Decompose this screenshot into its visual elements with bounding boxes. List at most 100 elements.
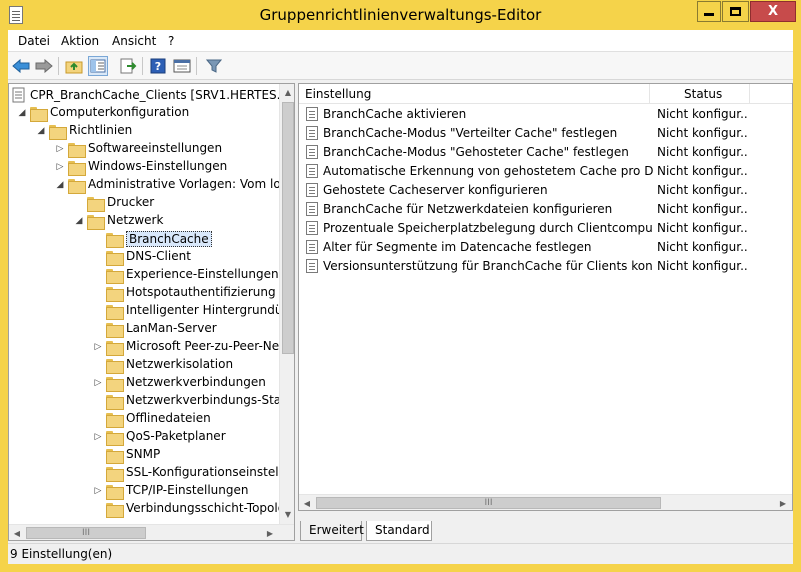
scroll-right-icon[interactable]: ▶ [775, 495, 791, 510]
setting-row[interactable]: BranchCache aktivieren Nicht konfigur... [299, 105, 777, 124]
tree-item[interactable]: ◢ Netzwerk [9, 212, 277, 230]
folder-icon [68, 161, 86, 176]
client-area: Datei Aktion Ansicht ? ? CPR_BranchCache… [8, 30, 793, 564]
show-hide-tree-button[interactable] [88, 56, 108, 76]
filter-icon [206, 59, 222, 73]
setting-row[interactable]: BranchCache-Modus "Gehosteter Cache" fes… [299, 143, 777, 162]
up-one-level-button[interactable] [64, 56, 84, 76]
menu-aktion[interactable]: Aktion [61, 34, 99, 48]
folder-icon [106, 341, 124, 356]
tab-standard[interactable]: Standard [366, 521, 432, 541]
folder-icon [106, 395, 124, 410]
toolbar: ? [8, 52, 793, 80]
tree-item[interactable]: ◢ Computerkonfiguration [9, 104, 277, 122]
toolbar-separator [196, 57, 197, 75]
setting-row[interactable]: Versionsunterstützung für BranchCache fü… [299, 257, 777, 276]
collapse-arrow-icon[interactable]: ◢ [17, 108, 27, 118]
collapse-arrow-icon[interactable]: ◢ [36, 126, 46, 136]
policy-setting-icon [306, 164, 318, 178]
scroll-left-icon[interactable]: ◀ [299, 495, 315, 510]
properties-button[interactable] [172, 56, 192, 76]
tree-item[interactable]: DNS-Client [9, 248, 277, 266]
tree-item[interactable]: Hotspotauthentifizierung [9, 284, 277, 302]
column-header-status[interactable]: Status [650, 84, 750, 104]
title-bar[interactable]: Gruppenrichtlinienverwaltungs-Editor X [0, 0, 801, 30]
tree-item[interactable]: Offlinedateien [9, 410, 277, 428]
forward-button[interactable] [34, 56, 54, 76]
expand-arrow-icon[interactable]: ▷ [55, 162, 65, 172]
setting-row[interactable]: Prozentuale Speicherplatzbelegung durch … [299, 219, 777, 238]
collapse-arrow-icon[interactable]: ◢ [55, 180, 65, 190]
setting-row[interactable]: Gehostete Cacheserver konfigurieren Nicht… [299, 181, 777, 200]
expand-arrow-icon[interactable]: ▷ [93, 432, 103, 442]
scroll-grip[interactable]: III [316, 497, 661, 509]
tree-item[interactable]: Intelligenter Hintergrundübe [9, 302, 294, 320]
tree-item-label: Netzwerkverbindungen [126, 375, 266, 389]
menu-help[interactable]: ? [168, 34, 174, 48]
scroll-grip[interactable]: III [26, 527, 146, 539]
expand-arrow-icon[interactable]: ▷ [93, 486, 103, 496]
tree-item[interactable]: Netzwerkisolation [9, 356, 277, 374]
back-arrow-icon [12, 59, 30, 73]
settings-list-pane[interactable]: Einstellung Status BranchCache aktiviere… [298, 83, 793, 511]
close-button[interactable]: X [750, 1, 796, 22]
maximize-button[interactable] [722, 1, 749, 22]
tree-item[interactable]: Verbindungsschicht-Topolo [9, 500, 285, 518]
scroll-up-icon[interactable]: ▲ [280, 84, 294, 101]
filter-button[interactable] [204, 56, 224, 76]
expand-arrow-icon[interactable]: ▷ [55, 144, 65, 154]
folder-icon [106, 431, 124, 446]
tree-item[interactable]: ◢ Administrative Vorlagen: Vom lokal [9, 176, 294, 194]
tree-item[interactable]: ▷ Microsoft Peer-zu-Peer-Net [9, 338, 284, 356]
expand-arrow-icon[interactable]: ▷ [93, 378, 103, 388]
column-header-setting[interactable]: Einstellung [299, 84, 650, 104]
policy-setting-icon [306, 221, 318, 235]
collapse-arrow-icon [74, 198, 84, 208]
export-list-button[interactable] [118, 56, 138, 76]
tree-pane[interactable]: CPR_BranchCache_Clients [SRV1.HERTES.LAB… [8, 83, 295, 541]
view-tabs: Erweitert Standard [298, 521, 793, 543]
minimize-button[interactable] [697, 1, 721, 22]
tree-vertical-scrollbar[interactable]: ▲ ▼ [279, 84, 294, 524]
tree-item[interactable]: SNMP [9, 446, 277, 464]
toolbar-separator [142, 57, 143, 75]
tree-item[interactable]: ▷ Softwareeinstellungen [9, 140, 277, 158]
tree-item-label: SSL-Konfigurationseinstellu [126, 465, 290, 479]
setting-row[interactable]: BranchCache-Modus "Verteilter Cache" fes… [299, 124, 777, 143]
collapse-arrow-icon[interactable]: ◢ [74, 216, 84, 226]
tree-horizontal-scrollbar[interactable]: ◀ III ▶ [9, 524, 294, 540]
tree-item[interactable]: ◢ Richtlinien [9, 122, 277, 140]
tree-item[interactable]: BranchCache [9, 230, 277, 248]
scroll-thumb[interactable] [282, 102, 294, 354]
tree-item[interactable]: ▷ TCP/IP-Einstellungen [9, 482, 277, 500]
menu-ansicht[interactable]: Ansicht [112, 34, 156, 48]
tree-item[interactable]: ▷ Netzwerkverbindungen [9, 374, 277, 392]
tab-erweitert[interactable]: Erweitert [300, 521, 364, 541]
help-button[interactable]: ? [148, 56, 168, 76]
list-horizontal-scrollbar[interactable]: ◀ III ▶ [299, 494, 792, 510]
scroll-right-icon[interactable]: ▶ [262, 525, 278, 540]
setting-row[interactable]: BranchCache für Netzwerkdateien konfigur… [299, 200, 777, 219]
tree-item[interactable]: ▷ QoS-Paketplaner [9, 428, 277, 446]
back-button[interactable] [11, 56, 31, 76]
tree-item[interactable]: ▷ Windows-Einstellungen [9, 158, 277, 176]
tree-item[interactable]: LanMan-Server [9, 320, 277, 338]
setting-status: Nicht konfigur... [657, 183, 749, 197]
expand-arrow-icon[interactable]: ▷ [93, 342, 103, 352]
collapse-arrow-icon [93, 288, 103, 298]
setting-name: Alter für Segmente im Datencache festleg… [323, 240, 592, 254]
tree-item[interactable]: Drucker [9, 194, 277, 212]
tree-item-label: Netzwerkverbindungs-Statu [126, 393, 294, 407]
scroll-down-icon[interactable]: ▼ [280, 506, 294, 523]
setting-row[interactable]: Automatische Erkennung von gehostetem Ca… [299, 162, 777, 181]
menu-datei[interactable]: Datei [18, 34, 50, 48]
tree-item[interactable]: Experience-Einstellungen de [9, 266, 294, 284]
collapse-arrow-icon [93, 324, 103, 334]
scroll-left-icon[interactable]: ◀ [9, 525, 25, 540]
folder-icon [49, 125, 67, 140]
close-icon: X [767, 4, 779, 19]
setting-row[interactable]: Alter für Segmente im Datencache festleg… [299, 238, 777, 257]
tree-item[interactable]: SSL-Konfigurationseinstellu [9, 464, 290, 482]
tree-item[interactable]: Netzwerkverbindungs-Statu [9, 392, 293, 410]
collapse-arrow-icon [93, 252, 103, 262]
